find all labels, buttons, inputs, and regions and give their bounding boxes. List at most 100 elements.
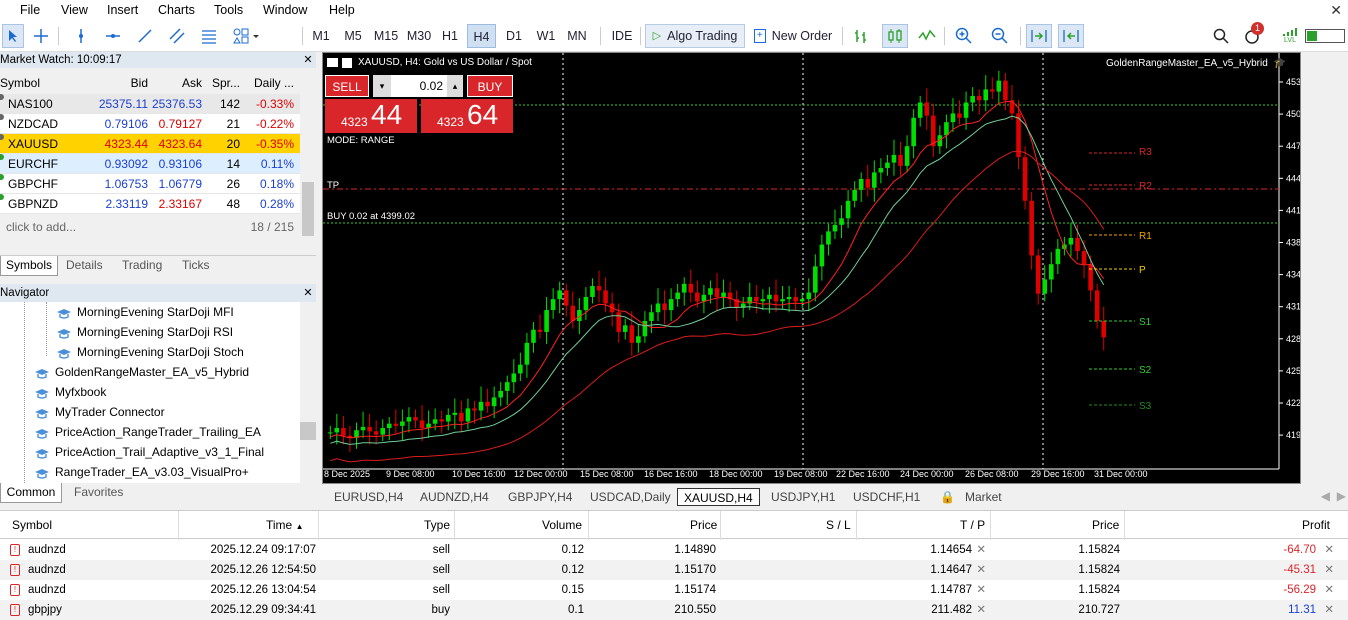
tab-common[interactable]: Common: [0, 483, 62, 503]
market-watch-row[interactable]: EURCHF 0.93092 0.93106 14 0.11%: [0, 154, 300, 174]
lot-decrease-icon[interactable]: ▾: [373, 75, 391, 97]
th-tp[interactable]: T / P: [960, 515, 985, 535]
menu-charts[interactable]: Charts: [158, 3, 195, 17]
tf-m15[interactable]: M15: [370, 24, 402, 48]
ide-button[interactable]: IDE: [608, 24, 636, 48]
market-watch-row[interactable]: GBPNZD 2.33119 2.33167 48 0.28%: [0, 194, 300, 214]
add-symbol-row[interactable]: click to add... 18 / 215: [0, 217, 300, 237]
th-current-price[interactable]: Price: [1092, 515, 1119, 535]
navigator-close-icon[interactable]: ✕: [300, 284, 316, 302]
tf-m1[interactable]: M1: [306, 24, 336, 48]
menu-view[interactable]: View: [61, 3, 88, 17]
autoscroll-icon[interactable]: [1026, 24, 1052, 48]
chart-tab-market[interactable]: 🔒 Market: [934, 488, 1008, 506]
notifications-icon[interactable]: 1: [1240, 22, 1264, 48]
tab-trading[interactable]: Trading: [122, 258, 162, 272]
navigator-item[interactable]: MorningEvening StarDoji Stoch: [56, 342, 244, 362]
zoom-out-icon[interactable]: [988, 24, 1012, 48]
lot-input[interactable]: 0.02: [391, 75, 447, 97]
crosshair-icon[interactable]: [30, 24, 52, 48]
table-row[interactable]: ! audnzd 2025.12.26 13:04:54 sell 0.15 1.1517…: [0, 580, 1348, 600]
fibonacci-icon[interactable]: [198, 24, 220, 48]
th-volume[interactable]: Volume: [542, 515, 582, 535]
navigator-item[interactable]: RangeTrader_EA_v3.03_VisualPro+: [34, 462, 249, 482]
zoom-in-icon[interactable]: [952, 24, 976, 48]
th-time[interactable]: Time ▲: [266, 515, 304, 535]
tf-m30[interactable]: M30: [403, 24, 435, 48]
chart-tab-usdjpy[interactable]: USDJPY,H1: [765, 488, 841, 506]
navigator-item[interactable]: MorningEvening StarDoji RSI: [56, 322, 233, 342]
chart-tab-gbpjpy[interactable]: GBPJPY,H4: [502, 488, 578, 506]
market-watch-scrollbar[interactable]: [300, 72, 316, 252]
header-spread[interactable]: Spr...: [212, 76, 240, 90]
header-ask[interactable]: Ask: [182, 76, 202, 90]
header-daily[interactable]: Daily ...: [254, 76, 294, 90]
table-row[interactable]: ! audnzd 2025.12.24 09:17:07 sell 0.12 1.1489…: [0, 540, 1348, 560]
chart-tab-xauusd[interactable]: XAUUSD,H4: [677, 488, 760, 506]
header-symbol[interactable]: Symbol: [0, 76, 40, 90]
market-watch-row[interactable]: NAS100 25375.11 25376.53 142 -0.33%: [0, 94, 300, 114]
tab-symbols[interactable]: Symbols: [0, 256, 58, 276]
signal-level-icon[interactable]: LVL: [1280, 24, 1300, 48]
menu-tools[interactable]: Tools: [214, 3, 243, 17]
sell-price-box[interactable]: 4323 44: [325, 99, 417, 133]
tf-h1[interactable]: H1: [436, 24, 464, 48]
candlestick-icon[interactable]: [882, 24, 908, 48]
price-chart[interactable]: 4534.50 4503.65 4472.80 4441.95 4411.10 4380.…: [322, 52, 1301, 484]
bar-chart-icon[interactable]: [850, 24, 872, 48]
table-row[interactable]: ! audnzd 2025.12.26 12:54:50 sell 0.12 1.1517…: [0, 560, 1348, 580]
close-position-icon[interactable]: ✕: [1324, 560, 1334, 580]
tf-m5[interactable]: M5: [338, 24, 368, 48]
tp-remove-icon[interactable]: ✕: [976, 560, 986, 580]
lot-increase-icon[interactable]: ▴: [447, 75, 463, 97]
navigator-item[interactable]: GoldenRangeMaster_EA_v5_Hybrid: [34, 362, 249, 382]
market-watch-close-icon[interactable]: ✕: [300, 52, 316, 68]
tp-remove-icon[interactable]: ✕: [976, 580, 986, 600]
tf-w1[interactable]: W1: [532, 24, 560, 48]
header-bid[interactable]: Bid: [131, 76, 148, 90]
th-type[interactable]: Type: [424, 515, 450, 535]
navigator-item[interactable]: PriceAction_Trail_Adaptive_v3_1_Final: [34, 442, 264, 462]
tf-mn[interactable]: MN: [562, 24, 592, 48]
market-watch-row[interactable]: XAUUSD 4323.44 4323.64 20 -0.35%: [0, 134, 300, 154]
navigator-item[interactable]: Myfxbook: [34, 382, 106, 402]
chart-tab-usdcad[interactable]: USDCAD,Daily: [584, 488, 677, 506]
navigator-item[interactable]: MorningEvening StarDoji MFI: [56, 302, 234, 322]
market-watch-row[interactable]: GBPCHF 1.06753 1.06779 26 0.18%: [0, 174, 300, 194]
navigator-item[interactable]: MyTrader Connector: [34, 402, 165, 422]
line-chart-icon[interactable]: [916, 24, 938, 48]
tf-d1[interactable]: D1: [500, 24, 528, 48]
tf-h4[interactable]: H4: [467, 24, 496, 48]
th-symbol[interactable]: Symbol: [12, 515, 52, 535]
sell-button[interactable]: SELL: [325, 75, 369, 97]
menu-window[interactable]: Window: [263, 3, 307, 17]
horizontal-line-icon[interactable]: [102, 24, 124, 48]
navigator-scrollbar[interactable]: [300, 302, 316, 483]
shapes-icon[interactable]: [230, 24, 264, 48]
tp-remove-icon[interactable]: ✕: [976, 600, 986, 620]
window-close-icon[interactable]: ✕: [1330, 2, 1342, 19]
tab-scroll-left-icon[interactable]: ◀: [1321, 489, 1330, 503]
table-row[interactable]: ! gbpjpy 2025.12.29 09:34:41 buy 0.1 210.550 2…: [0, 600, 1348, 620]
buy-price-box[interactable]: 4323 64: [421, 99, 513, 133]
tab-favorites[interactable]: Favorites: [74, 485, 123, 499]
chart-tab-usdchf[interactable]: USDCHF,H1: [847, 488, 926, 506]
tab-ticks[interactable]: Ticks: [182, 258, 210, 272]
th-sl[interactable]: S / L: [826, 515, 851, 535]
menu-insert[interactable]: Insert: [107, 3, 138, 17]
vertical-line-icon[interactable]: [70, 24, 92, 48]
th-price[interactable]: Price: [690, 515, 717, 535]
buy-button[interactable]: BUY: [467, 75, 513, 97]
chart-shift-icon[interactable]: [1058, 24, 1084, 48]
chart-tab-eurusd[interactable]: EURUSD,H4: [328, 488, 409, 506]
tab-scroll-right-icon[interactable]: ▶: [1337, 489, 1346, 503]
menu-file[interactable]: File: [20, 3, 40, 17]
algo-trading-button[interactable]: ▷ Algo Trading: [645, 24, 745, 48]
menu-help[interactable]: Help: [329, 3, 355, 17]
close-position-icon[interactable]: ✕: [1324, 600, 1334, 620]
navigator-item[interactable]: PriceAction_RangeTrader_Trailing_EA: [34, 422, 261, 442]
tab-details[interactable]: Details: [66, 258, 103, 272]
market-watch-row[interactable]: NZDCAD 0.79106 0.79127 21 -0.22%: [0, 114, 300, 134]
th-profit[interactable]: Profit: [1302, 515, 1330, 535]
chart-tab-audnzd[interactable]: AUDNZD,H4: [414, 488, 495, 506]
